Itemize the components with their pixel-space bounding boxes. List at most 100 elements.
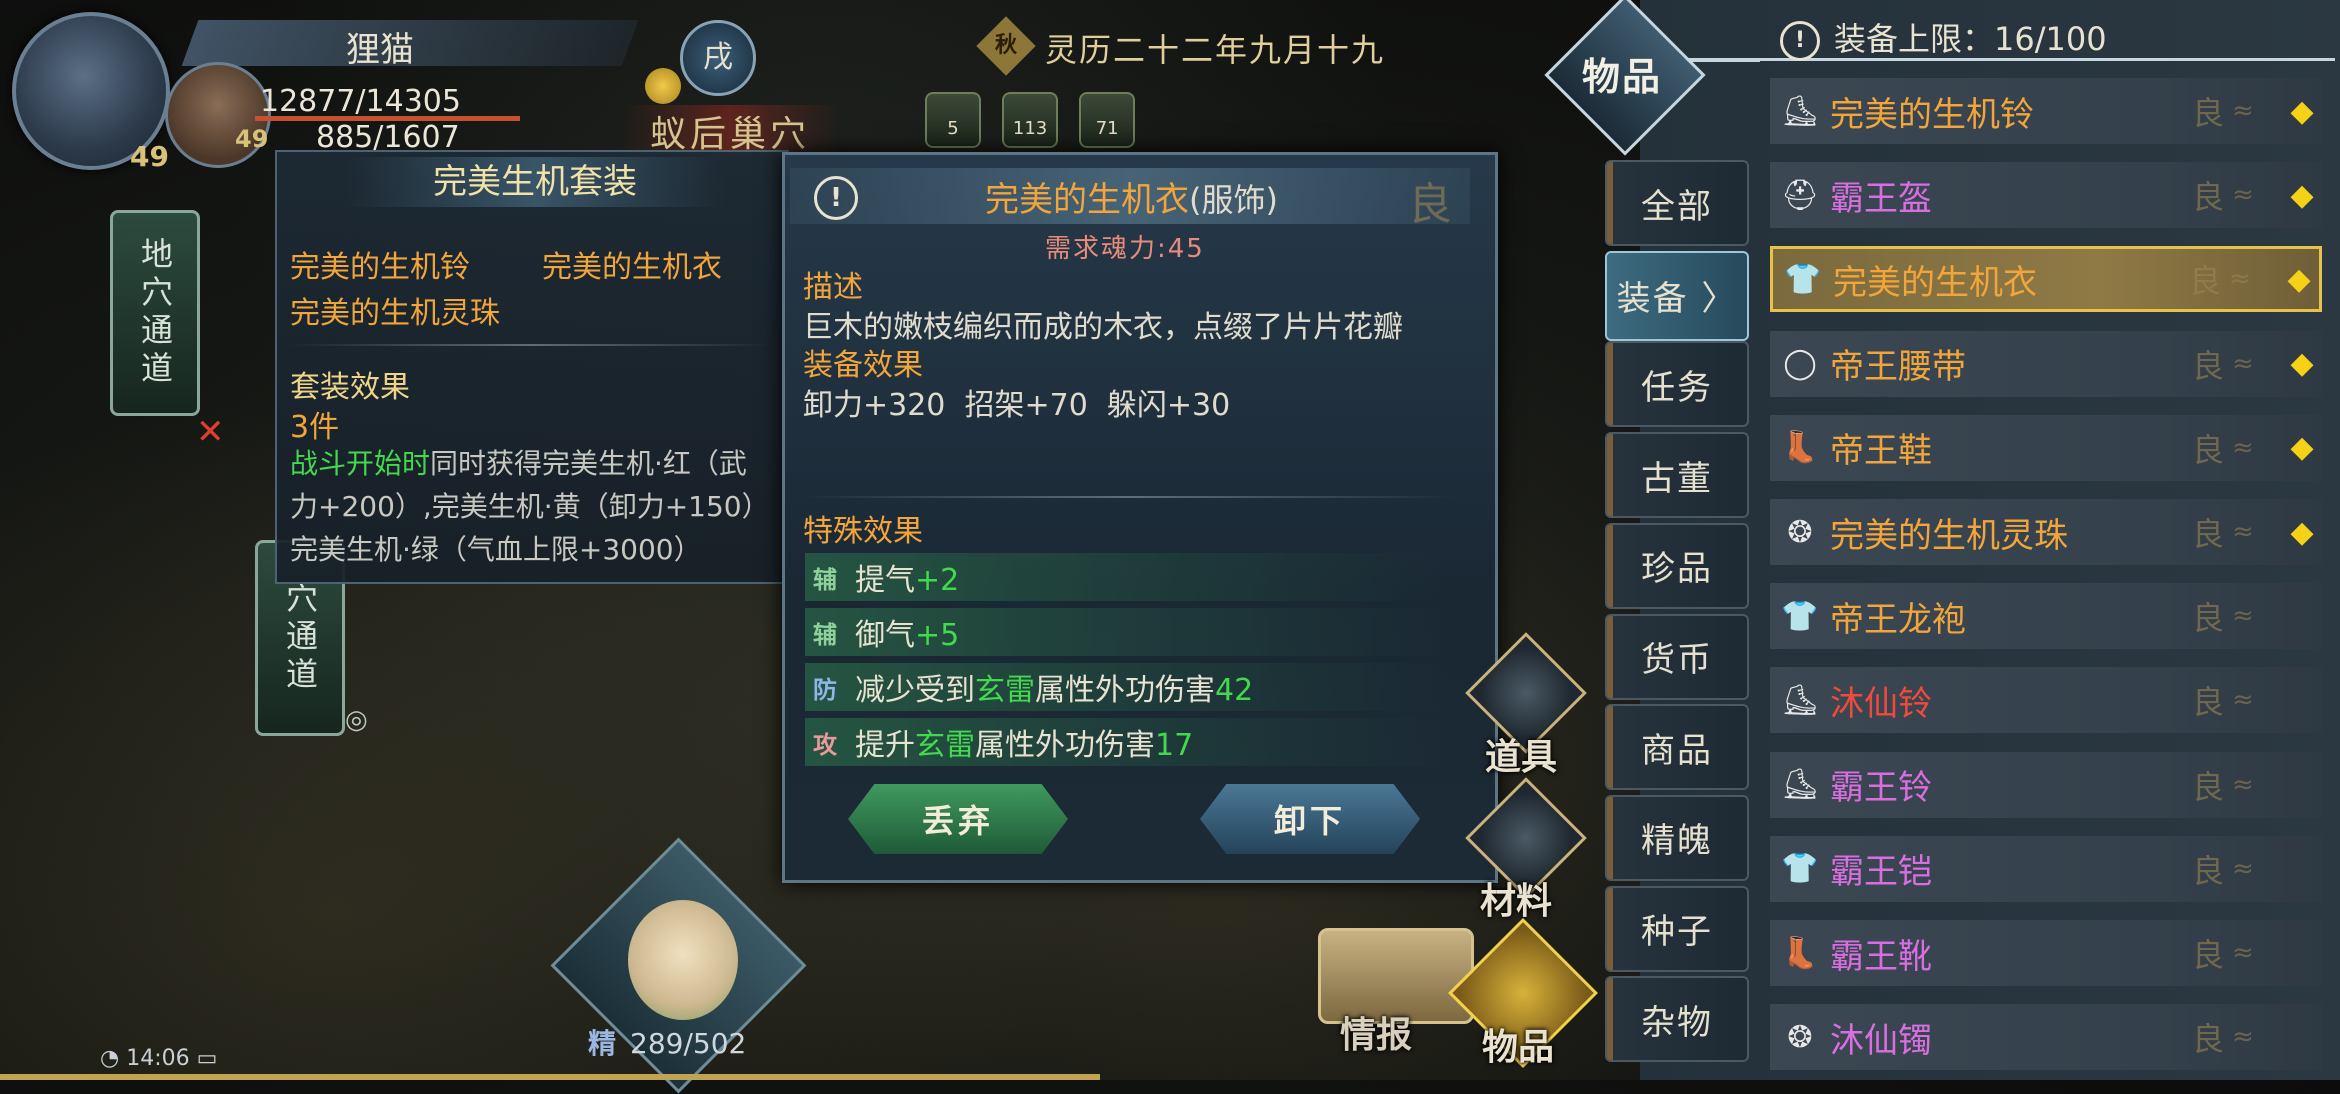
equipped-icon: ◆ bbox=[2290, 430, 2314, 466]
map-node-top[interactable]: 地穴通道 bbox=[110, 210, 200, 416]
effect-text: 提气+2 bbox=[855, 563, 960, 598]
cloud-icon: ≈ bbox=[2232, 938, 2254, 968]
inventory-item[interactable]: ❂ 完美的生机灵珠 良 ≈ ◆ bbox=[1770, 499, 2322, 565]
inventory-item[interactable]: 👕 帝王龙袍 良 ≈ bbox=[1770, 583, 2322, 650]
item-name: 完美的生机衣(服饰) bbox=[985, 180, 1278, 220]
inventory-item[interactable]: 👢 帝王鞋 良 ≈ ◆ bbox=[1770, 414, 2322, 481]
equipped-icon: ◆ bbox=[2290, 93, 2314, 129]
companion-level: 49 bbox=[235, 125, 269, 153]
stance-badge[interactable]: 戌 bbox=[680, 20, 756, 96]
hp-value: 12877/14305 bbox=[260, 84, 461, 119]
item-name: 完美的生机衣 bbox=[1833, 262, 2037, 303]
category-tab[interactable]: 精魄 bbox=[1605, 794, 1749, 881]
category-tab[interactable]: 商品 bbox=[1605, 704, 1749, 791]
calendar-date: 灵历二十二年九月十九 bbox=[1045, 31, 1386, 69]
cloud-icon: ≈ bbox=[2232, 96, 2254, 126]
pet-portrait[interactable] bbox=[628, 900, 738, 1020]
category-tab[interactable]: 杂物 bbox=[1605, 976, 1749, 1063]
sun-icon bbox=[645, 68, 681, 104]
wifi-icon: ◔ bbox=[100, 1046, 127, 1071]
buff-bar: 5 113 71 bbox=[925, 92, 1151, 152]
special-effect-row: 辅御气+5 bbox=[805, 608, 1445, 656]
buff-icon[interactable]: 113 bbox=[1002, 92, 1059, 148]
item-name: 完美的生机铃 bbox=[1830, 94, 2034, 135]
item-name: 霸王盔 bbox=[1830, 178, 1932, 219]
inventory-item[interactable]: 👕 完美的生机衣 良 ≈ ◆ bbox=[1770, 246, 2322, 313]
divider bbox=[800, 496, 1460, 498]
cloud-icon: ≈ bbox=[2232, 180, 2254, 211]
set-piece: 完美的生机衣 bbox=[542, 250, 722, 285]
cloud-icon: ≈ bbox=[2232, 601, 2254, 632]
grade-mark: 良 bbox=[1408, 179, 1452, 230]
player-level: 49 bbox=[130, 140, 169, 173]
set-title: 完美生机套装 bbox=[345, 157, 725, 207]
grade-mark: 良 bbox=[2192, 94, 2225, 132]
effect-text: 减少受到玄雷属性外功伤害42 bbox=[855, 673, 1254, 708]
menu-cailiao[interactable]: 材料 bbox=[1480, 872, 1552, 924]
effect-tag: 攻 bbox=[813, 730, 837, 759]
cloud-icon: ≈ bbox=[2232, 685, 2254, 716]
grade-mark: 良 bbox=[2192, 1020, 2225, 1059]
grade-mark: 良 bbox=[2192, 346, 2225, 385]
category-tab[interactable]: 装备 〉 bbox=[1605, 250, 1749, 341]
menu-wupin[interactable]: 物品 bbox=[1482, 1018, 1554, 1070]
effect-text: 御气+5 bbox=[855, 618, 960, 653]
inventory-item[interactable]: ◯ 帝王腰带 良 ≈ ◆ bbox=[1770, 330, 2322, 397]
cloud-icon: ≈ bbox=[2232, 853, 2254, 884]
energy-readout: 精 289/502 bbox=[588, 1027, 747, 1060]
inventory-item[interactable]: ⛸ 霸王铃 良 ≈ bbox=[1770, 751, 2322, 818]
inventory-item[interactable]: 👕 霸王铠 良 ≈ bbox=[1770, 835, 2322, 902]
item-name: 沐仙铃 bbox=[1830, 683, 1932, 724]
category-tab[interactable]: 任务 bbox=[1605, 341, 1749, 428]
inventory-item[interactable]: ⛸ 沐仙铃 良 ≈ bbox=[1770, 667, 2322, 734]
blocked-mark-icon: ✕ bbox=[196, 412, 225, 452]
boots-icon: 👢 bbox=[1781, 935, 1819, 971]
category-tab[interactable]: 古董 bbox=[1605, 432, 1749, 519]
category-tab[interactable]: 珍品 bbox=[1605, 522, 1749, 609]
special-effect-row: 攻提升玄雷属性外功伤害17 bbox=[805, 718, 1445, 766]
category-tab[interactable]: 种子 bbox=[1605, 885, 1749, 972]
unequip-button[interactable]: 卸下 bbox=[1200, 784, 1420, 854]
buff-icon[interactable]: 71 bbox=[1079, 92, 1136, 148]
experience-bar bbox=[0, 1074, 1100, 1080]
cloud-icon: ≈ bbox=[2232, 517, 2254, 547]
info-icon[interactable]: ! bbox=[1780, 21, 1820, 61]
grade-mark: 良 bbox=[2192, 851, 2225, 890]
equip-heading: 装备效果 bbox=[803, 348, 923, 383]
bell-icon: ⛸ bbox=[1780, 682, 1820, 718]
cloud-icon: ≈ bbox=[2232, 348, 2254, 379]
inventory-item[interactable]: 👢 霸王靴 良 ≈ bbox=[1770, 920, 2322, 986]
equipped-icon: ◆ bbox=[2290, 346, 2314, 382]
item-name: 霸王铠 bbox=[1830, 852, 1932, 893]
set-piece: 完美的生机铃 bbox=[290, 250, 470, 285]
info-icon[interactable]: ! bbox=[814, 176, 858, 220]
menu-qingbao[interactable]: 情报 bbox=[1340, 1006, 1412, 1058]
grade-mark: 良 bbox=[2192, 936, 2225, 974]
equip-effects: 卸力+320 招架+70 躲闪+30 bbox=[803, 388, 1231, 423]
requirement: 需求魂力:45 bbox=[1045, 234, 1205, 264]
effect-tag: 辅 bbox=[813, 565, 837, 594]
item-name: 霸王靴 bbox=[1830, 936, 1932, 977]
inventory-item[interactable]: ⛸ 完美的生机铃 良 ≈ ◆ bbox=[1770, 78, 2322, 144]
cloud-icon: ≈ bbox=[2229, 264, 2251, 295]
discard-button[interactable]: 丢弃 bbox=[848, 784, 1068, 854]
item-name: 帝王鞋 bbox=[1830, 431, 1932, 472]
inventory-title: 物品 bbox=[1582, 55, 1663, 99]
special-heading: 特殊效果 bbox=[803, 514, 923, 549]
player-name: 狸猫 bbox=[346, 30, 414, 70]
inventory-item[interactable]: ❂ 沐仙镯 良 ≈ bbox=[1770, 1004, 2322, 1071]
desc-heading: 描述 bbox=[803, 270, 863, 305]
equipped-icon: ◆ bbox=[2290, 177, 2314, 213]
grade-mark: 良 bbox=[2192, 767, 2225, 806]
inventory-item[interactable]: ⛑ 霸王盔 良 ≈ ◆ bbox=[1770, 162, 2322, 229]
set-effect-line-1: 战斗开始时同时获得完美生机·红（武 bbox=[290, 447, 747, 480]
item-name: 完美的生机灵珠 bbox=[1830, 515, 2068, 556]
buff-icon[interactable]: 5 bbox=[925, 92, 981, 148]
grade-mark: 良 bbox=[2192, 683, 2225, 722]
set-piece: 完美的生机灵珠 bbox=[290, 296, 500, 331]
category-tab[interactable]: 全部 bbox=[1605, 160, 1749, 246]
menu-daoju[interactable]: 道具 bbox=[1485, 728, 1557, 780]
orb-icon: ❂ bbox=[1787, 1019, 1813, 1055]
category-tab[interactable]: 货币 bbox=[1605, 613, 1749, 700]
effect-tag: 防 bbox=[813, 675, 837, 704]
